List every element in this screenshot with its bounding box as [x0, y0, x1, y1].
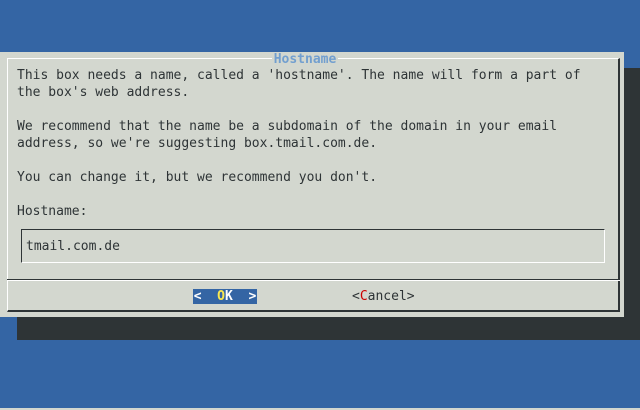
dialog-title: Hostname: [0, 52, 610, 67]
message-line-1: This box needs a name, called a 'hostnam…: [17, 68, 581, 83]
message-line-4: address, so we're suggesting box.tmail.c…: [17, 136, 378, 151]
hostname-field-label: Hostname:: [17, 204, 88, 219]
hostname-input-value[interactable]: tmail.com.de: [26, 238, 120, 255]
cancel-hotkey: C: [359, 289, 368, 304]
message-line-5: You can change it, but we recommend you …: [17, 170, 378, 185]
cancel-button[interactable]: <Cancel>: [352, 289, 415, 304]
ok-hotkey: O: [217, 289, 225, 304]
message-line-3: We recommend that the name be a subdomai…: [17, 119, 558, 134]
hostname-dialog: Hostname This box needs a name, called a…: [0, 52, 624, 317]
message-line-2: the box's web address.: [17, 85, 190, 100]
ok-button[interactable]: < OK >: [193, 289, 257, 304]
hostname-input[interactable]: tmail.com.de: [21, 229, 605, 263]
button-separator-highlight: [7, 280, 620, 281]
dialog-title-text: Hostname: [271, 52, 339, 67]
